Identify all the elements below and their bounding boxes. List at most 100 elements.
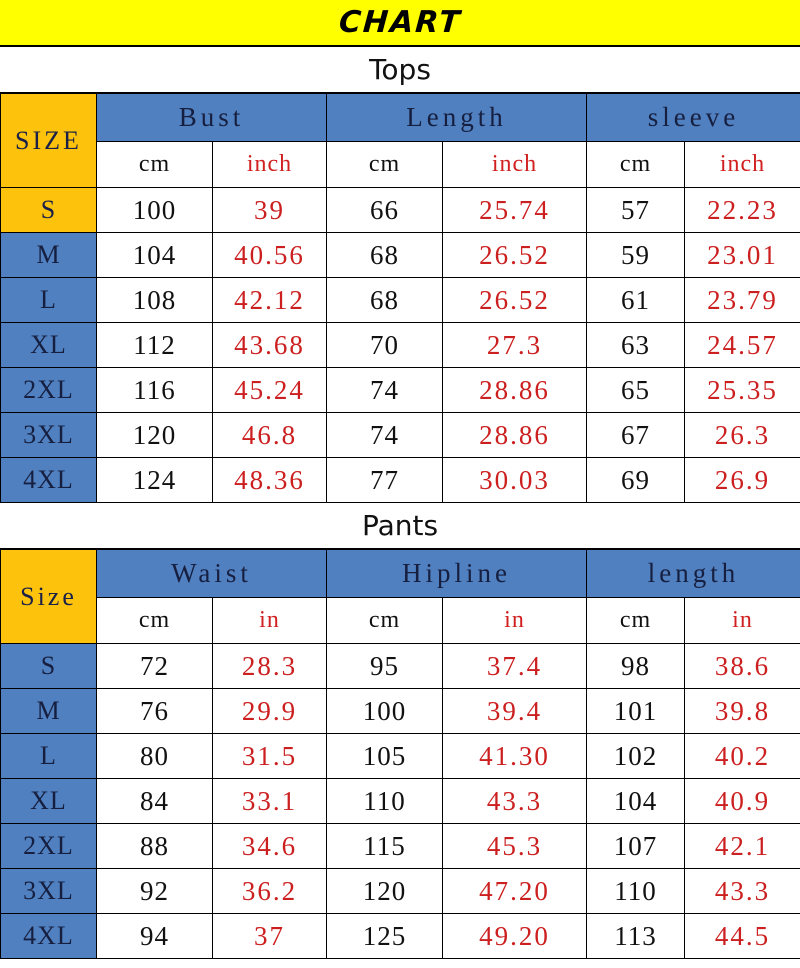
size-cell: 4XL [0, 457, 97, 503]
table-row: 2XL 88 34.6 115 45.3 107 42.1 [0, 823, 800, 869]
value-cell-cm: 116 [96, 367, 213, 413]
size-cell: XL [0, 322, 97, 368]
pants-size-header: Size [0, 549, 97, 644]
size-cell: M [0, 232, 97, 278]
value-cell-cm: 95 [326, 643, 444, 689]
value-cell-inch: 40.56 [212, 232, 327, 278]
value-cell-inch: 25.35 [684, 367, 800, 413]
pants-size-table: Size Waist Hipline length cm in cm in cm… [0, 549, 800, 959]
tops-unit-sleeve-cm: cm [586, 141, 686, 188]
pants-unit-hipline-cm: cm [326, 597, 444, 644]
size-chart-page: CHART Tops SIZE Bust Length sleeve cm in… [0, 0, 800, 968]
value-cell-cm: 101 [586, 688, 686, 734]
tops-unit-bust-cm: cm [96, 141, 213, 188]
value-cell-inch: 28.86 [441, 367, 588, 413]
size-cell: XL [0, 778, 97, 824]
value-cell-inch: 26.52 [441, 277, 588, 323]
tops-table-body: S 100 39 66 25.74 57 22.23 M 104 40.56 68 26.52 59 23… [0, 187, 800, 503]
tops-unit-sleeve-inch: inch [684, 141, 800, 188]
tops-unit-bust-inch: inch [212, 141, 327, 188]
value-cell-inch: 23.79 [684, 277, 800, 323]
value-cell-inch: 27.3 [441, 322, 588, 368]
value-cell-inch: 41.30 [442, 733, 588, 779]
value-cell-cm: 113 [586, 913, 686, 959]
value-cell-cm: 68 [326, 232, 443, 278]
value-cell-inch: 30.03 [441, 457, 588, 503]
table-row: 3XL 120 46.8 74 28.86 67 26.3 [0, 412, 800, 458]
value-cell-inch: 45.24 [212, 367, 327, 413]
value-cell-cm: 112 [96, 322, 213, 368]
value-cell-cm: 102 [586, 733, 686, 779]
pants-unit-waist-cm: cm [96, 597, 213, 644]
value-cell-cm: 76 [96, 688, 213, 734]
value-cell-cm: 72 [96, 643, 213, 689]
value-cell-cm: 100 [326, 688, 444, 734]
value-cell-cm: 107 [586, 823, 686, 869]
value-cell-cm: 68 [326, 277, 443, 323]
value-cell-inch: 38.6 [684, 643, 800, 689]
tops-group-header-sleeve: sleeve [586, 93, 800, 142]
value-cell-cm: 69 [586, 457, 686, 503]
tops-group-header-length: Length [325, 93, 588, 142]
chart-title: CHART [337, 5, 463, 40]
tops-group-header-row: SIZE Bust Length sleeve [0, 93, 800, 188]
value-cell-inch: 23.01 [684, 232, 800, 278]
value-cell-cm: 120 [326, 868, 444, 914]
value-cell-inch: 34.6 [211, 823, 328, 869]
value-cell-cm: 74 [326, 412, 443, 458]
value-cell-inch: 39 [212, 187, 327, 233]
size-cell: S [0, 187, 97, 233]
value-cell-cm: 66 [326, 187, 443, 233]
pants-table-body: S 72 28.3 95 37.4 98 38.6 M 76 29.9 100 39.4 101 39.8… [0, 643, 800, 959]
value-cell-cm: 94 [96, 913, 213, 959]
value-cell-inch: 37 [211, 913, 328, 959]
value-cell-inch: 28.86 [441, 412, 588, 458]
value-cell-cm: 125 [326, 913, 444, 959]
value-cell-inch: 40.9 [684, 778, 800, 824]
table-row: S 72 28.3 95 37.4 98 38.6 [0, 643, 800, 689]
value-cell-cm: 57 [586, 187, 686, 233]
value-cell-cm: 61 [586, 277, 686, 323]
size-cell: S [0, 643, 97, 689]
table-row: L 80 31.5 105 41.30 102 40.2 [0, 733, 800, 779]
pants-group-header-hipline: Hipline [326, 549, 588, 598]
tops-size-table: SIZE Bust Length sleeve cm inch cm inch … [0, 93, 800, 503]
pants-unit-waist-in: in [211, 597, 328, 644]
pants-unit-length-in: in [684, 597, 800, 644]
value-cell-inch: 43.3 [442, 778, 588, 824]
value-cell-cm: 98 [586, 643, 686, 689]
value-cell-inch: 26.52 [441, 232, 588, 278]
tops-group-header-bust: Bust [96, 93, 327, 142]
section-label-pants-text: Pants [361, 509, 439, 542]
value-cell-cm: 124 [96, 457, 213, 503]
size-cell: L [0, 277, 97, 323]
value-cell-cm: 80 [96, 733, 213, 779]
table-row: XL 84 33.1 110 43.3 104 40.9 [0, 778, 800, 824]
pants-group-header-length: length [586, 549, 800, 598]
value-cell-inch: 31.5 [211, 733, 328, 779]
value-cell-cm: 110 [586, 868, 686, 914]
value-cell-inch: 29.9 [211, 688, 328, 734]
pants-group-header-row: Size Waist Hipline length [0, 549, 800, 644]
pants-unit-length-cm: cm [586, 597, 686, 644]
tops-table-head: SIZE Bust Length sleeve cm inch cm inch … [0, 93, 800, 188]
value-cell-inch: 39.8 [684, 688, 800, 734]
table-row: L 108 42.12 68 26.52 61 23.79 [0, 277, 800, 323]
value-cell-inch: 39.4 [442, 688, 588, 734]
tops-unit-header-row: cm inch cm inch cm inch [1, 141, 800, 188]
value-cell-cm: 104 [96, 232, 213, 278]
value-cell-inch: 24.57 [684, 322, 800, 368]
value-cell-cm: 59 [586, 232, 686, 278]
value-cell-cm: 70 [326, 322, 443, 368]
value-cell-cm: 108 [96, 277, 213, 323]
value-cell-inch: 28.3 [211, 643, 328, 689]
value-cell-cm: 88 [96, 823, 213, 869]
table-row: S 100 39 66 25.74 57 22.23 [0, 187, 800, 233]
value-cell-cm: 77 [326, 457, 443, 503]
value-cell-inch: 25.74 [441, 187, 588, 233]
value-cell-cm: 92 [96, 868, 213, 914]
value-cell-inch: 37.4 [442, 643, 588, 689]
size-cell: 2XL [0, 367, 97, 413]
value-cell-inch: 26.9 [684, 457, 800, 503]
value-cell-cm: 105 [326, 733, 444, 779]
